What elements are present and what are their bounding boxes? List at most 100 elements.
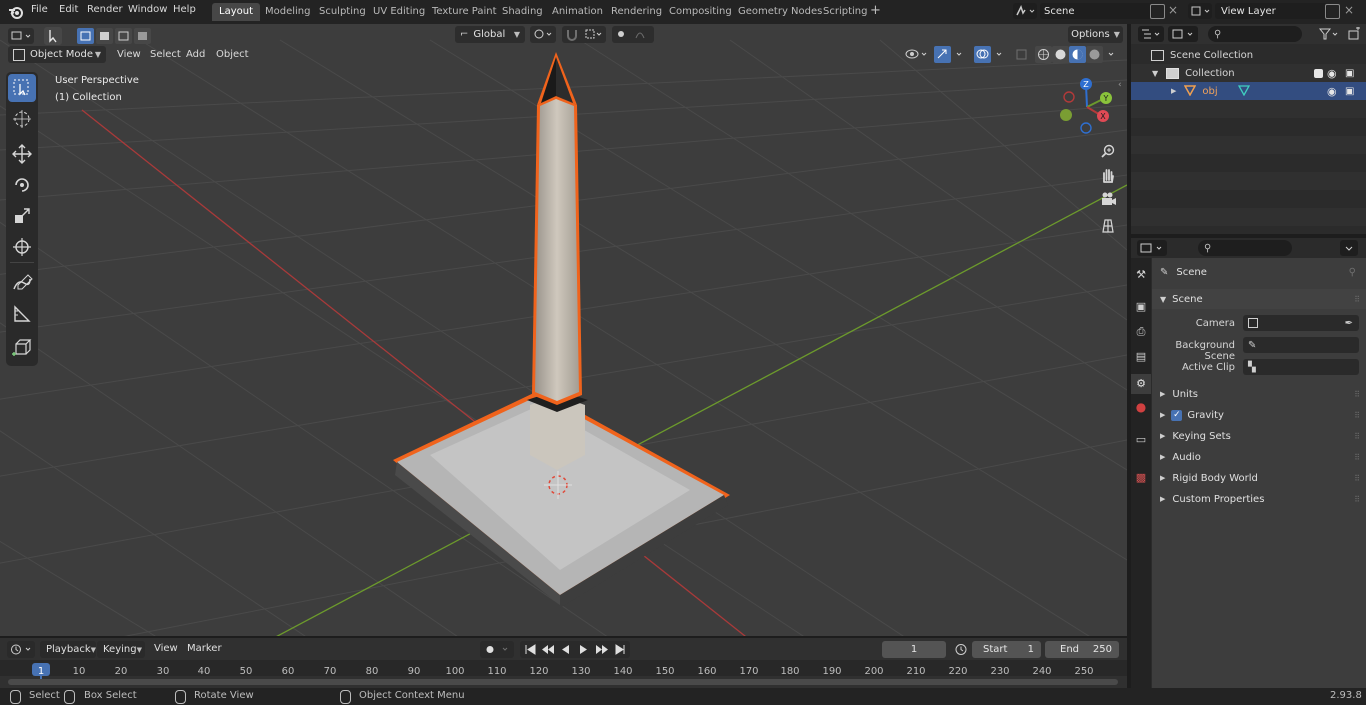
tab-shading[interactable]: Shading (495, 3, 550, 21)
move-tool-icon[interactable] (8, 140, 36, 168)
tool-tab-icon[interactable]: ⚒ (1133, 268, 1149, 284)
tab-sculpting[interactable]: Sculpting (312, 3, 373, 21)
expand-arrow-icon[interactable]: ▼ (1152, 69, 1158, 78)
select-mode-icon[interactable] (44, 27, 62, 45)
menu-help[interactable]: Help (173, 4, 196, 15)
annotate-tool-icon[interactable] (8, 269, 36, 297)
menu-select[interactable]: Select (150, 46, 181, 64)
mesh-data-icon[interactable] (1237, 84, 1251, 99)
drag-handle-icon[interactable]: ⠿ (1354, 295, 1360, 304)
blender-logo-icon[interactable] (8, 4, 24, 20)
active-clip-field[interactable]: ▚ (1243, 359, 1359, 375)
xray-toggle-icon[interactable] (1014, 46, 1030, 63)
scene-selector-icon[interactable] (1013, 3, 1037, 19)
tab-compositing[interactable]: Compositing (662, 3, 739, 21)
object-mode-dropdown[interactable]: Object Mode ▼ (8, 46, 106, 63)
measure-tool-icon[interactable] (8, 300, 36, 328)
tab-rendering[interactable]: Rendering (604, 3, 669, 21)
navigation-gizmo[interactable]: Z Y X (1056, 76, 1118, 138)
pan-hand-icon[interactable] (1096, 164, 1120, 188)
eye-icon[interactable]: ◉ (1327, 85, 1337, 98)
drag-handle-icon[interactable]: ⠿ (1354, 390, 1360, 399)
tab-modeling[interactable]: Modeling (258, 3, 318, 21)
scene-panel-header[interactable]: ▼ Scene ⠿ (1152, 289, 1366, 309)
expand-arrow-icon[interactable]: ▶ (1171, 87, 1176, 95)
gravity-checkbox[interactable]: ✓ (1171, 409, 1183, 421)
new-collection-icon[interactable] (1347, 26, 1361, 41)
transform-tool-icon[interactable] (8, 233, 36, 261)
marker-menu[interactable]: Marker (187, 643, 222, 654)
options-dropdown[interactable]: Options ▼ (1068, 26, 1123, 43)
scale-tool-icon[interactable] (8, 202, 36, 230)
proportional-editing-icon[interactable] (612, 26, 654, 43)
current-frame-field[interactable]: 1 (882, 641, 946, 658)
menu-edit[interactable]: Edit (59, 4, 78, 15)
tab-layout[interactable]: Layout (212, 3, 260, 21)
new-view-layer-icon[interactable] (1325, 4, 1340, 19)
render-camera-icon[interactable]: ▣ (1345, 68, 1354, 79)
overlays-toggle-icon[interactable] (973, 46, 1007, 63)
remove-view-layer-icon[interactable]: × (1344, 3, 1354, 17)
add-cube-tool-icon[interactable] (8, 334, 36, 362)
menu-window[interactable]: Window (128, 4, 167, 15)
pivot-point-icon[interactable] (530, 26, 556, 43)
outliner-row-scene-collection[interactable]: Scene Collection (1131, 46, 1366, 64)
playback-controls[interactable] (520, 641, 630, 658)
new-scene-icon[interactable] (1150, 4, 1165, 19)
timeline-view-menu[interactable]: View (154, 643, 178, 654)
menu-file[interactable]: File (31, 4, 48, 15)
drag-handle-icon[interactable]: ⠿ (1354, 474, 1360, 483)
select-box-tool-icon[interactable] (8, 74, 36, 102)
view-layer-selector-icon[interactable] (1188, 3, 1212, 19)
eyedropper-icon[interactable]: ✒ (1345, 318, 1353, 329)
remove-scene-icon[interactable]: × (1168, 3, 1178, 17)
sidebar-toggle-icon[interactable]: ‹ (1118, 80, 1122, 90)
drag-handle-icon[interactable]: ⠿ (1354, 453, 1360, 462)
preview-range-icon[interactable] (952, 641, 970, 658)
filter-icon[interactable] (1317, 26, 1341, 42)
gizmo-toggle-icon[interactable] (933, 46, 967, 63)
view-layer-tab-icon[interactable]: ▤ (1133, 350, 1149, 366)
render-tab-icon[interactable]: ▣ (1133, 300, 1149, 316)
panel-keying-sets[interactable]: ▶ Keying Sets ⠿ (1152, 426, 1366, 446)
output-tab-icon[interactable]: ⎙ (1133, 325, 1149, 341)
pin-icon[interactable]: ⚲ (1349, 267, 1356, 278)
properties-search-input[interactable]: ⚲ (1198, 240, 1292, 256)
tab-uv-editing[interactable]: UV Editing (366, 3, 432, 21)
keying-menu[interactable]: Keying ▼ (97, 641, 145, 658)
add-workspace-icon[interactable]: + (870, 4, 881, 18)
start-frame-field[interactable]: Start 1 (972, 641, 1041, 658)
playback-menu[interactable]: Playback ▼ (40, 641, 96, 658)
menu-view[interactable]: View (117, 46, 141, 64)
panel-gravity[interactable]: ▶ ✓ Gravity ⠿ (1152, 405, 1366, 425)
editor-type-icon[interactable] (8, 28, 34, 44)
exclude-checkbox[interactable] (1314, 68, 1323, 78)
zoom-icon[interactable] (1096, 140, 1120, 164)
shading-mode-icons[interactable] (1035, 46, 1125, 63)
panel-audio[interactable]: ▶ Audio ⠿ (1152, 447, 1366, 467)
tab-geometry-nodes[interactable]: Geometry Nodes (731, 3, 829, 21)
menu-add[interactable]: Add (186, 46, 205, 64)
panel-rigid-body-world[interactable]: ▶ Rigid Body World ⠿ (1152, 468, 1366, 488)
drag-handle-icon[interactable]: ⠿ (1354, 411, 1360, 420)
snapping-icon[interactable] (562, 26, 606, 43)
scene-tab-icon[interactable]: ⚙ (1131, 374, 1151, 394)
outliner-search-input[interactable]: ⚲ (1208, 26, 1302, 42)
render-camera-icon[interactable]: ▣ (1345, 86, 1354, 97)
texture-tab-icon[interactable]: ▩ (1133, 471, 1149, 487)
rotate-tool-icon[interactable] (8, 171, 36, 199)
timeline-scrollbar[interactable] (8, 679, 1118, 685)
outliner-editor-type-icon[interactable] (1138, 26, 1164, 42)
menu-render[interactable]: Render (87, 4, 123, 15)
drag-handle-icon[interactable]: ⠿ (1354, 495, 1360, 504)
drag-handle-icon[interactable]: ⠿ (1354, 432, 1360, 441)
cursor-tool-icon[interactable] (8, 105, 36, 133)
selection-set-icons[interactable] (76, 27, 162, 45)
background-scene-field[interactable]: ✎ (1243, 337, 1359, 353)
camera-field[interactable]: ✒ (1243, 315, 1359, 331)
properties-options-icon[interactable] (1340, 240, 1358, 256)
panel-units[interactable]: ▶ Units ⠿ (1152, 384, 1366, 404)
collection-tab-icon[interactable]: ▭ (1133, 433, 1149, 449)
view-layer-field[interactable]: View Layer (1215, 3, 1327, 19)
tab-scripting[interactable]: Scripting (816, 3, 874, 21)
